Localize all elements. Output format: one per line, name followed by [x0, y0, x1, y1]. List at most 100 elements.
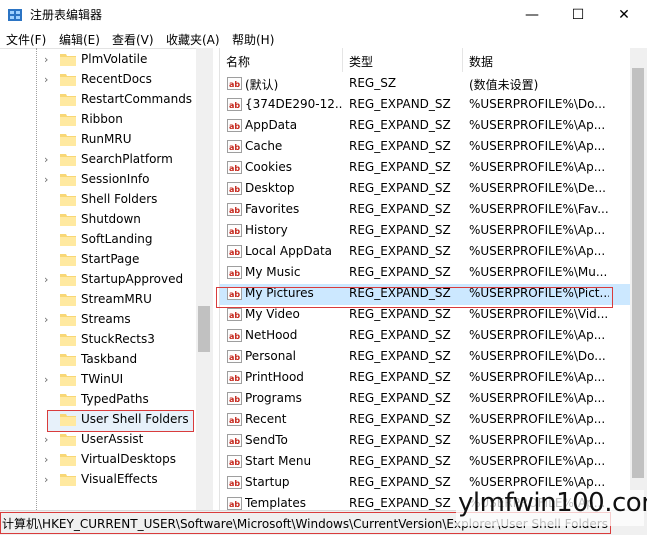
chevron-right-icon[interactable]: › [44, 173, 48, 186]
value-row[interactable]: ab {374DE290-12... REG_EXPAND_SZ %USERPROFI… [220, 95, 631, 116]
value-row[interactable]: ab History REG_EXPAND_SZ %USERPROFILE%\Ap..… [220, 221, 631, 242]
tree-item[interactable]: › VirtualDesktops [0, 450, 196, 470]
value-type: REG_EXPAND_SZ [349, 454, 451, 468]
menu-favorites[interactable]: 收藏夹(A) [166, 31, 220, 48]
value-row[interactable]: ab NetHood REG_EXPAND_SZ %USERPROFILE%\Ap..… [220, 326, 631, 347]
value-type: REG_EXPAND_SZ [349, 496, 451, 510]
value-data: %USERPROFILE%\Fav... [469, 202, 609, 216]
folder-icon [60, 94, 76, 106]
list-scrollbar[interactable] [630, 48, 647, 510]
value-row[interactable]: ab Personal REG_EXPAND_SZ %USERPROFILE%\Do.… [220, 347, 631, 368]
chevron-right-icon[interactable]: › [44, 53, 48, 66]
folder-icon [60, 234, 76, 246]
close-button[interactable]: ✕ [601, 0, 647, 29]
value-name: Startup [245, 475, 290, 489]
value-row[interactable]: ab Desktop REG_EXPAND_SZ %USERPROFILE%\De..… [220, 179, 631, 200]
folder-icon [60, 334, 76, 346]
tree-item[interactable]: Shell Folders [0, 190, 196, 210]
tree-item[interactable]: Ribbon [0, 110, 196, 130]
selected-value-highlight [216, 287, 613, 308]
tree-item[interactable]: RunMRU [0, 130, 196, 150]
value-row[interactable]: ab SendTo REG_EXPAND_SZ %USERPROFILE%\Ap... [220, 431, 631, 452]
string-value-icon: ab [227, 266, 242, 279]
value-name: History [245, 223, 288, 237]
folder-icon [60, 454, 76, 466]
tree-scrollbar-thumb[interactable] [198, 306, 210, 352]
tree-item[interactable]: StartPage [0, 250, 196, 270]
string-value-icon: ab [227, 350, 242, 363]
tree-item[interactable]: › SearchPlatform [0, 150, 196, 170]
value-row[interactable]: ab Programs REG_EXPAND_SZ %USERPROFILE%\Ap.… [220, 389, 631, 410]
folder-icon [60, 114, 76, 126]
watermark-logo: ylmfwin100.com [458, 488, 647, 518]
value-row[interactable]: ab Recent REG_EXPAND_SZ %USERPROFILE%\Ap... [220, 410, 631, 431]
tree-item[interactable]: › RecentDocs [0, 70, 196, 90]
folder-icon [60, 354, 76, 366]
string-value-icon: ab [227, 119, 242, 132]
tree-item[interactable]: TypedPaths [0, 390, 196, 410]
value-type: REG_EXPAND_SZ [349, 265, 451, 279]
column-header-name[interactable]: 名称 [220, 48, 343, 72]
chevron-right-icon[interactable]: › [44, 73, 48, 86]
value-data: %USERPROFILE%\Ap... [469, 433, 606, 447]
chevron-right-icon[interactable]: › [44, 453, 48, 466]
value-name: Personal [245, 349, 297, 363]
chevron-right-icon[interactable]: › [44, 273, 48, 286]
tree-item[interactable]: › PlmVolatile [0, 50, 196, 70]
column-header-type[interactable]: 类型 [343, 48, 463, 72]
tree-item[interactable]: User Shell Folders [0, 410, 196, 430]
chevron-right-icon[interactable]: › [44, 433, 48, 446]
tree-item[interactable]: › StartupApproved [0, 270, 196, 290]
folder-icon [60, 154, 76, 166]
value-data: %USERPROFILE%\Do... [469, 349, 606, 363]
tree-item[interactable]: Shutdown [0, 210, 196, 230]
list-scrollbar-thumb[interactable] [632, 68, 644, 478]
menu-view[interactable]: 查看(V) [112, 31, 154, 48]
tree-item[interactable]: Taskband [0, 350, 196, 370]
folder-icon [60, 254, 76, 266]
tree-item[interactable]: SoftLanding [0, 230, 196, 250]
value-name: Templates [245, 496, 307, 510]
value-row[interactable]: ab Cookies REG_EXPAND_SZ %USERPROFILE%\Ap..… [220, 158, 631, 179]
value-row[interactable]: ab Start Menu REG_EXPAND_SZ %USERPROFILE%\A… [220, 452, 631, 473]
value-data: %USERPROFILE%\Mu... [469, 265, 608, 279]
value-row[interactable]: ab AppData REG_EXPAND_SZ %USERPROFILE%\Ap..… [220, 116, 631, 137]
value-row[interactable]: ab (默认) REG_SZ (数值未设置) [220, 74, 631, 95]
string-value-icon: ab [227, 245, 242, 258]
value-type: REG_SZ [349, 76, 397, 90]
value-row[interactable]: ab Favorites REG_EXPAND_SZ %USERPROFILE%\Fa… [220, 200, 631, 221]
value-row[interactable]: ab My Music REG_EXPAND_SZ %USERPROFILE%\Mu.… [220, 263, 631, 284]
menu-help[interactable]: 帮助(H) [232, 31, 274, 48]
value-row[interactable]: ab PrintHood REG_EXPAND_SZ %USERPROFILE%\Ap… [220, 368, 631, 389]
tree-scrollbar[interactable] [196, 48, 213, 510]
string-value-icon: ab [227, 161, 242, 174]
minimize-button[interactable]: — [509, 0, 555, 29]
tree-item[interactable]: StuckRects3 [0, 330, 196, 350]
value-name: Recent [245, 412, 287, 426]
tree-item-label: StartupApproved [81, 272, 184, 286]
value-row[interactable]: ab My Video REG_EXPAND_SZ %USERPROFILE%\Vid… [220, 305, 631, 326]
menu-file[interactable]: 文件(F) [6, 31, 46, 48]
menu-edit[interactable]: 编辑(E) [59, 31, 100, 48]
value-row[interactable]: ab Cache REG_EXPAND_SZ %USERPROFILE%\Ap... [220, 137, 631, 158]
chevron-right-icon[interactable]: › [44, 473, 48, 486]
tree-item[interactable]: › VisualEffects [0, 470, 196, 490]
chevron-right-icon[interactable]: › [44, 313, 48, 326]
chevron-right-icon[interactable]: › [44, 373, 48, 386]
window-title: 注册表编辑器 [30, 8, 103, 22]
tree-item[interactable]: › UserAssist [0, 430, 196, 450]
tree-item[interactable]: › SessionInfo [0, 170, 196, 190]
value-name: Programs [245, 391, 302, 405]
tree-item[interactable]: › TWinUI [0, 370, 196, 390]
tree-item[interactable]: › Streams [0, 310, 196, 330]
values-list[interactable]: 名称 类型 数据 ab (默认) REG_SZ (数值未设置) ab {374DE290-… [219, 48, 647, 510]
tree-item[interactable]: RestartCommands [0, 90, 196, 110]
maximize-button[interactable]: ☐ [555, 0, 601, 29]
value-row[interactable]: ab Local AppData REG_EXPAND_SZ %USERPROFILE… [220, 242, 631, 263]
column-header-data[interactable]: 数据 [463, 48, 631, 72]
value-name: Favorites [245, 202, 300, 216]
chevron-right-icon[interactable]: › [44, 153, 48, 166]
value-data: %USERPROFILE%\Ap... [469, 475, 606, 489]
tree-item[interactable]: StreamMRU [0, 290, 196, 310]
value-name: Start Menu [245, 454, 312, 468]
